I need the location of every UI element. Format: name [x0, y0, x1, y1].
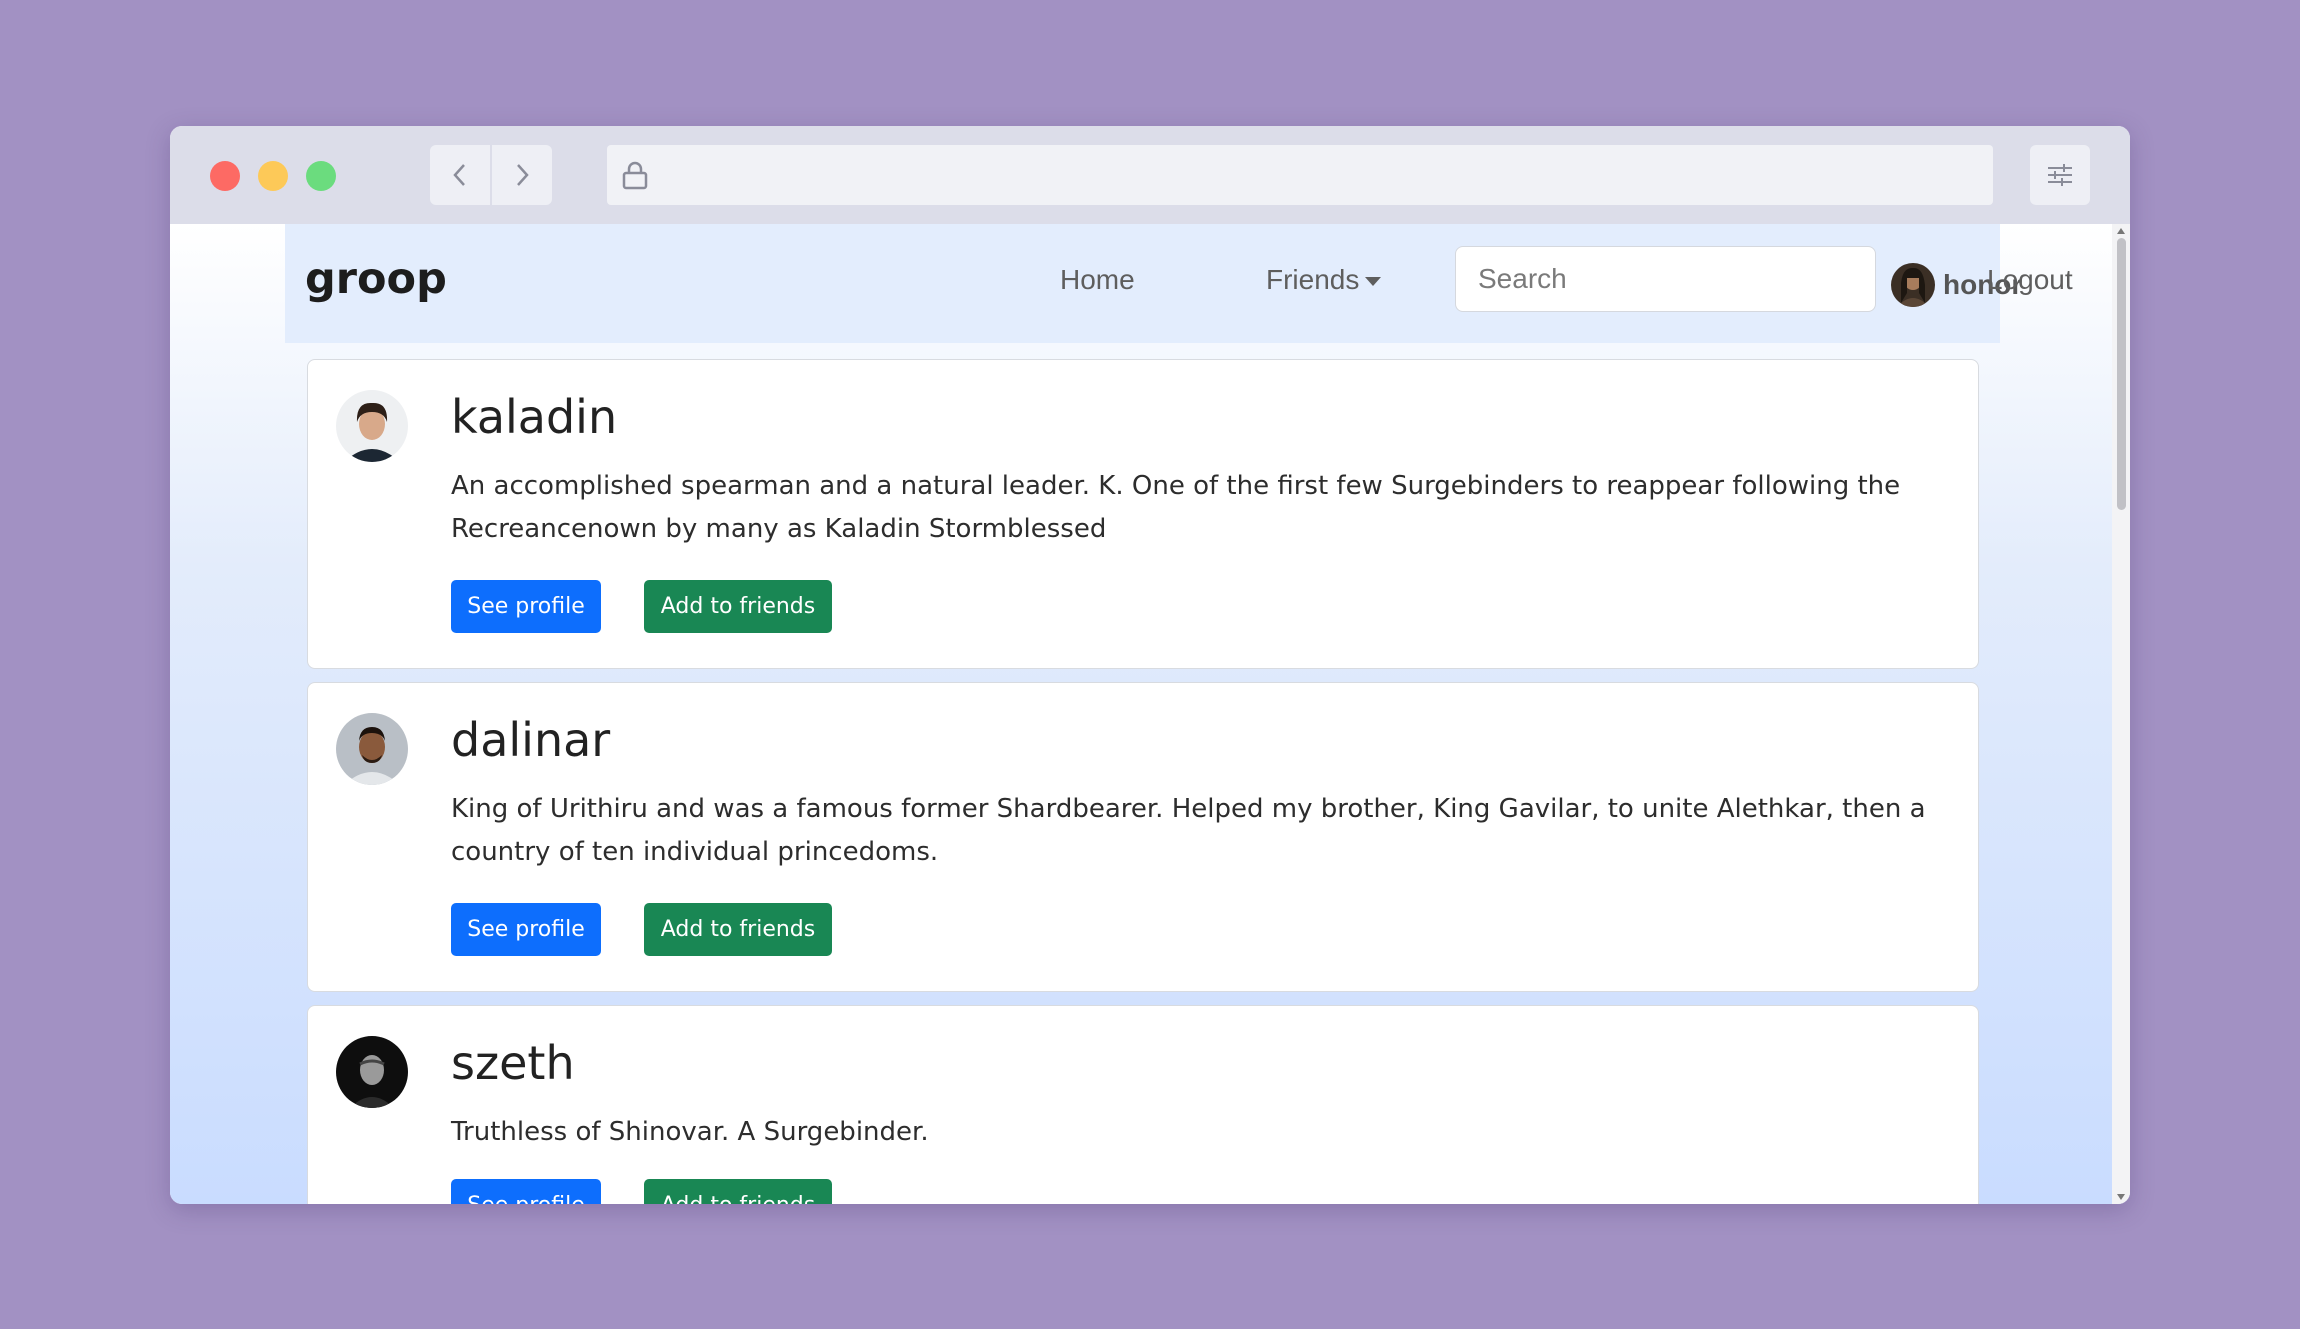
avatar — [336, 1036, 408, 1108]
scroll-down-arrow-icon[interactable] — [2117, 1194, 2125, 1200]
user-bio: Truthless of Shinovar. A Surgebinder. — [451, 1117, 929, 1147]
search-input[interactable] — [1455, 246, 1876, 312]
nav-friends-label: Friends — [1266, 264, 1360, 295]
page-viewport: groop Home Friends honor Logout kaladin … — [170, 224, 2130, 1204]
see-profile-button[interactable]: See profile — [451, 903, 601, 956]
user-bio: King of Urithiru and was a famous former… — [451, 794, 1926, 867]
scroll-up-arrow-icon[interactable] — [2117, 228, 2125, 234]
avatar — [336, 713, 408, 785]
user-bio: An accomplished spearman and a natural l… — [451, 471, 1901, 544]
nav-friends-dropdown[interactable]: Friends — [1266, 264, 1382, 296]
page-scrollbar[interactable] — [2112, 224, 2130, 1204]
nav-home-link[interactable]: Home — [1060, 264, 1135, 296]
user-card: dalinar King of Urithiru and was a famou… — [307, 682, 1979, 992]
user-card: szeth Truthless of Shinovar. A Surgebind… — [307, 1005, 1979, 1204]
add-to-friends-button[interactable]: Add to friends — [644, 903, 832, 956]
sliders-icon — [2048, 164, 2072, 186]
minimize-window-button[interactable] — [258, 161, 288, 191]
add-to-friends-button[interactable]: Add to friends — [644, 1179, 832, 1204]
brand-logo[interactable]: groop — [305, 254, 447, 304]
chevron-right-icon — [517, 164, 529, 186]
lock-icon — [622, 161, 648, 190]
add-to-friends-button[interactable]: Add to friends — [644, 580, 832, 633]
see-profile-button[interactable]: See profile — [451, 580, 601, 633]
user-name[interactable]: kaladin — [451, 390, 617, 444]
site-navbar: groop Home Friends honor Logout — [285, 224, 2073, 343]
user-card: kaladin An accomplished spearman and a n… — [307, 359, 1979, 669]
close-window-button[interactable] — [210, 161, 240, 191]
user-name[interactable]: szeth — [451, 1036, 575, 1090]
forward-button[interactable] — [492, 145, 552, 205]
caret-down-icon — [1365, 277, 1382, 287]
avatar — [336, 390, 408, 462]
chevron-left-icon — [453, 164, 465, 186]
scrollbar-thumb[interactable] — [2117, 238, 2126, 510]
avatar — [1891, 263, 1935, 307]
browser-toolbar — [170, 126, 2130, 224]
settings-button[interactable] — [2030, 145, 2090, 205]
back-button[interactable] — [430, 145, 490, 205]
maximize-window-button[interactable] — [306, 161, 336, 191]
address-bar[interactable] — [607, 145, 1993, 205]
user-name[interactable]: dalinar — [451, 713, 610, 767]
see-profile-button[interactable]: See profile — [451, 1179, 601, 1204]
logout-link[interactable]: Logout — [1987, 264, 2073, 296]
browser-window: groop Home Friends honor Logout kaladin … — [170, 126, 2130, 1204]
